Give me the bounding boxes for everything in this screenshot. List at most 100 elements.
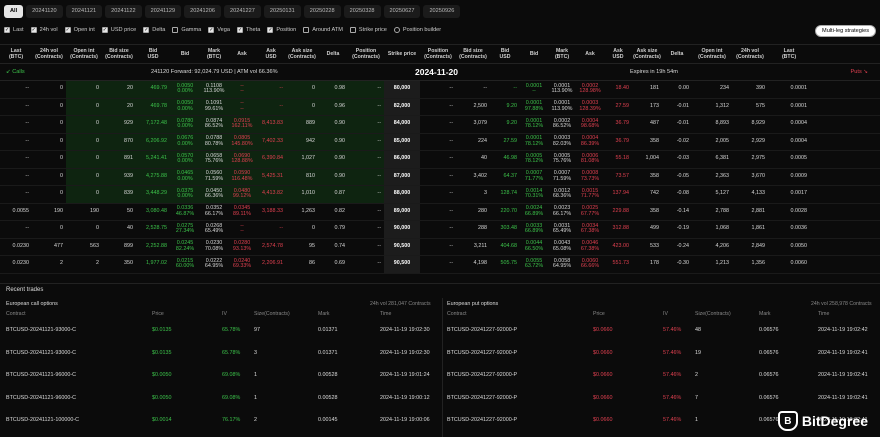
call-cell[interactable]: 0.0915 162.11% [228,116,256,133]
call-cell[interactable]: 0 [66,98,102,115]
put-cell[interactable]: 137.94 [604,186,632,203]
checkbox-icon[interactable] [303,27,310,33]
call-cell[interactable]: 8,413.83 [256,116,286,133]
filter-vega[interactable]: ✓ Vega [208,27,230,33]
call-cell[interactable]: 86 [286,256,318,273]
call-trade-cell[interactable]: BTCUSD-20241121-93000-C [6,350,76,360]
put-cell[interactable]: 0.0024 66.89% [520,204,548,221]
put-cell[interactable]: 2,849 [732,239,768,256]
call-trade-cell[interactable]: BTCUSD-20241121-93000-C [6,327,76,337]
put-cell[interactable]: -- [420,99,456,116]
tab-20241206[interactable]: 20241206 [184,5,221,18]
put-cell[interactable]: 0.0005 78.12% [520,151,548,168]
tab-20250926[interactable]: 20250926 [423,5,461,18]
put-cell[interactable]: 0.0004 98.68% [576,116,604,133]
put-cell[interactable]: -0.05 [662,169,692,186]
call-cell[interactable]: -- [348,256,384,273]
put-cell[interactable]: 4,198 [456,256,490,273]
filter-open-int[interactable]: ✓ Open int [64,27,95,33]
call-cell[interactable]: -- [256,98,286,115]
call-cell[interactable]: 95 [286,239,318,256]
call-cell[interactable]: 0 [66,221,102,238]
put-cell[interactable]: -0.08 [662,186,692,203]
put-cell[interactable]: -- [420,204,456,221]
call-cell[interactable]: 2,252.88 [136,239,170,256]
call-cell[interactable]: 3,080.48 [136,204,170,221]
put-cell[interactable]: 3,670 [732,169,768,186]
call-cell[interactable]: 0.98 [318,81,348,98]
put-cell[interactable]: 0.0003 82.03% [548,134,576,151]
put-trade-cell[interactable]: BTCUSD-20241227-92000-P [447,395,517,405]
call-cell[interactable]: -- [0,116,32,133]
call-cell[interactable]: 0 [66,81,102,98]
put-cell[interactable]: 9.20 [490,116,520,133]
put-cell[interactable]: 1,861 [732,221,768,238]
call-cell[interactable]: 2,528.75 [136,221,170,238]
call-cell[interactable]: 477 [32,239,66,256]
call-cell[interactable]: 3,188.33 [256,204,286,221]
call-cell[interactable]: 0.0215 60.00% [170,256,200,273]
option-row[interactable]: -- 0 0 40 2,528.75 0.0275 27.34% 0.0268 65.49%… [0,221,880,239]
checkbox-icon[interactable]: ✓ [4,27,10,33]
put-cell[interactable]: 0.0055 63.72% [520,256,548,273]
call-cell[interactable]: 942 [286,133,318,150]
put-cell[interactable]: 0.0044 66.50% [520,239,548,256]
call-cell[interactable]: 0.90 [318,151,348,168]
call-cell[interactable]: 40 [102,221,136,238]
tab-20250328[interactable]: 20250328 [343,5,381,18]
put-cell[interactable]: 0.0036 [768,221,810,238]
filter-24h-vol[interactable]: ✓ 24h vol [30,27,58,33]
put-cell[interactable]: 178 [632,256,662,273]
put-cell[interactable]: -0.01 [662,116,692,133]
put-cell[interactable]: 0.0001 113.90% [548,81,576,98]
call-cell[interactable]: 0.1108 113.90% [200,81,228,98]
tab-20241120[interactable]: 20241120 [26,5,63,18]
checkbox-icon[interactable]: ✓ [208,27,215,33]
put-cell[interactable]: 18.40 [604,81,632,98]
put-cell[interactable]: 220.70 [490,204,520,221]
call-cell[interactable]: 929 [102,116,136,133]
put-cell[interactable]: 0.0001 [768,81,810,98]
call-cell[interactable]: -- -- [228,221,256,238]
put-cell[interactable]: 404.68 [490,239,520,256]
put-cell[interactable]: -- [456,81,490,98]
put-cell[interactable]: 1,356 [732,256,768,273]
put-trade-cell[interactable]: BTCUSD-20241227-92000-P [447,327,517,337]
option-row[interactable]: -- 0 0 870 6,206.92 0.0676 0.00% 0.0788 80.78%… [0,133,880,151]
call-cell[interactable]: -- [0,186,32,203]
option-row[interactable]: 0.0230 477 563 899 2,252.88 0.0245 82.24% 0.02… [0,238,880,256]
call-cell[interactable]: 0.0676 0.00% [170,133,200,150]
put-cell[interactable]: 0.0031 65.49% [548,221,576,238]
call-cell[interactable]: 5,425.31 [256,168,286,185]
put-cell[interactable]: 0.0001 78.12% [520,116,548,133]
put-cell[interactable]: 0.0006 81.08% [576,151,604,168]
call-cell[interactable]: 2 [32,256,66,273]
filter-usd-price[interactable]: ✓ USD price [101,27,136,33]
put-cell[interactable]: 0.0046 67.38% [576,239,604,256]
call-cell[interactable]: 0.0268 65.49% [200,221,228,238]
call-cell[interactable]: 20 [102,98,136,115]
call-cell[interactable]: 0.0050 0.00% [170,98,200,115]
call-cell[interactable]: 0.0230 70.08% [200,239,228,256]
option-row[interactable]: -- 0 0 939 4,275.88 0.0465 0.00% 0.0560 71.59%… [0,168,880,186]
call-cell[interactable]: 350 [102,256,136,273]
put-cell[interactable]: 0.0034 67.38% [576,221,604,238]
put-cell[interactable]: 36.79 [604,116,632,133]
filter-gamma[interactable]: Gamma [172,27,201,33]
checkbox-icon[interactable]: ✓ [101,27,108,33]
call-cell[interactable]: 870 [102,133,136,150]
tab-20241129[interactable]: 20241129 [144,5,182,18]
call-cell[interactable]: -- [348,204,384,221]
call-cell[interactable]: 0.0050 0.00% [170,81,200,98]
call-cell[interactable]: 1,977.02 [136,256,170,273]
call-cell[interactable]: 0.0560 71.59% [200,168,228,185]
put-cell[interactable]: -- [420,151,456,168]
put-cell[interactable]: 2,788 [692,204,732,221]
call-cell[interactable]: -- [348,116,384,133]
put-cell[interactable]: 505.75 [490,256,520,273]
put-cell[interactable]: 1,004 [632,151,662,168]
filter-theta[interactable]: ✓ Theta [237,27,260,33]
put-cell[interactable]: 55.18 [604,151,632,168]
call-cell[interactable]: 0.0230 [0,239,32,256]
put-cell[interactable]: 2,975 [732,151,768,168]
